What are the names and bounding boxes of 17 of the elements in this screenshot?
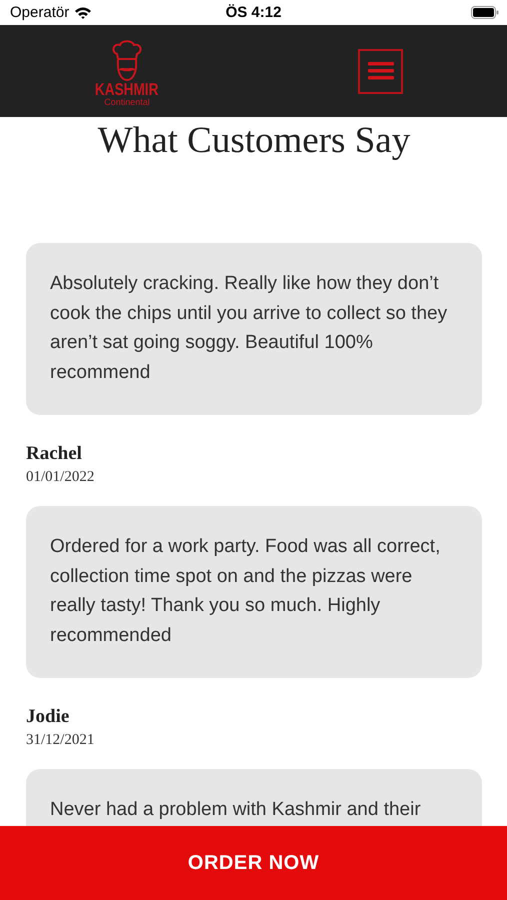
review-text: Absolutely cracking. Really like how they don’t cook the chips until you arrive to collect so they aren’t sat going soggy. Beautiful 100% recommend (50, 272, 448, 384)
order-now-button[interactable]: ORDER NOW (0, 826, 507, 900)
section-heading: What Customers Say (96, 119, 412, 163)
logo-text: KASHMIR (95, 82, 159, 98)
battery-icon (471, 6, 499, 19)
menu-icon (368, 62, 394, 80)
review-text: Never had a problem with Kashmir and their (50, 798, 422, 822)
reviewer-name: Jodie (26, 706, 70, 728)
carrier-name: Operatör (10, 4, 70, 21)
review-date: 01/01/2022 (26, 469, 96, 486)
review-text: Ordered for a work party. Food was all correct, collection time spot on and the pizzas were really tasty! Thank you so much. Highly recommended (50, 535, 442, 648)
wifi-icon (74, 6, 92, 20)
clock-time: ÖS 4:12 (226, 4, 282, 21)
review-date: 31/12/2021 (26, 732, 96, 749)
logo-subtitle: Continental (104, 98, 150, 106)
menu-button[interactable] (358, 48, 403, 94)
reviewer-name: Rachel (26, 443, 83, 465)
